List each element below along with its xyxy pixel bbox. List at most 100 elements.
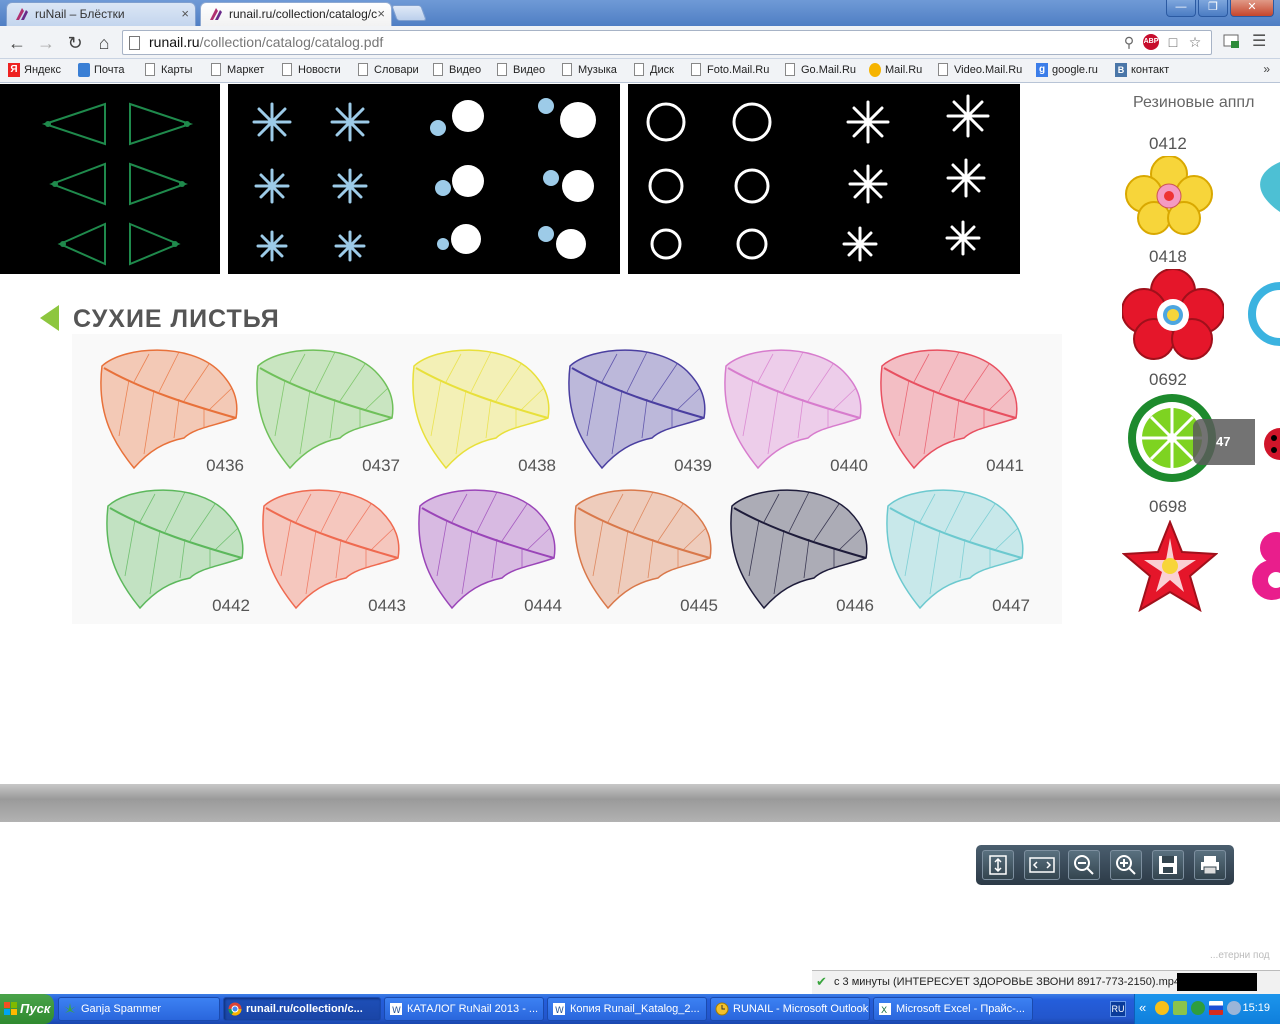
bookmark-label: Video.Mail.Ru bbox=[954, 64, 1023, 76]
show-hidden-icons-button[interactable]: « bbox=[1139, 1000, 1146, 1015]
russian-flag-icon[interactable] bbox=[1209, 1001, 1223, 1015]
new-tab-button[interactable] bbox=[391, 5, 427, 21]
dried-leaves-grid: 0436 0437 0438 0439 0440 0441 0442 0443 0444 0445… bbox=[72, 334, 1062, 624]
cannabis-leaf-icon bbox=[64, 1003, 76, 1013]
fit-page-icon bbox=[989, 855, 1007, 875]
task-outlook[interactable]: RUNAIL - Microsoft Outlook bbox=[710, 997, 870, 1021]
page-number-badge: 47 bbox=[1193, 419, 1255, 465]
task-word-copy[interactable]: W Копия Runail_Katalog_2... bbox=[547, 997, 707, 1021]
address-bar[interactable]: runail.ru/collection/catalog/catalog.pdf… bbox=[122, 30, 1212, 55]
partial-applique-icon bbox=[1248, 282, 1280, 346]
tab-runail-blestki[interactable]: ruNail – Блёстки × bbox=[6, 2, 196, 26]
bookmark-disk[interactable]: Диск bbox=[632, 63, 674, 77]
adblock-plus-icon[interactable]: ABP bbox=[1143, 34, 1159, 50]
fit-width-button[interactable] bbox=[1024, 850, 1060, 880]
fit-page-button[interactable] bbox=[982, 850, 1014, 880]
print-button[interactable] bbox=[1194, 850, 1226, 880]
product-code: 0442 bbox=[212, 596, 250, 615]
tray-info-icon[interactable] bbox=[1191, 1001, 1205, 1015]
wrench-menu-icon[interactable]: ☰ bbox=[1252, 31, 1266, 51]
leaf-item: 0447 bbox=[880, 486, 1030, 616]
product-code: 0438 bbox=[518, 456, 556, 475]
page-action-icon[interactable]: □ bbox=[1165, 34, 1181, 50]
bookmark-muzyka[interactable]: Музыка bbox=[560, 63, 617, 77]
tray-app-icon[interactable] bbox=[1173, 1001, 1187, 1015]
snowflake-icon bbox=[252, 98, 596, 262]
bookmark-go-mail-ru[interactable]: Go.Mail.Ru bbox=[783, 63, 856, 77]
task-chrome[interactable]: runail.ru/collection/c... bbox=[223, 997, 381, 1021]
leaf-item: 0442 bbox=[100, 486, 250, 616]
bookmark-pochta[interactable]: Почта bbox=[76, 63, 125, 77]
svg-text:X: X bbox=[881, 1006, 887, 1016]
save-button[interactable] bbox=[1152, 850, 1184, 880]
minimize-button[interactable]: — bbox=[1166, 0, 1196, 17]
task-label: RUNAIL - Microsoft Outlook bbox=[733, 1003, 869, 1015]
leaf-item: 0441 bbox=[874, 346, 1024, 476]
white-snowflake-stickers-image bbox=[628, 84, 1020, 274]
search-icon[interactable]: ⚲ bbox=[1121, 34, 1137, 50]
bookmark-slovari[interactable]: Словари bbox=[356, 63, 419, 77]
window-controls: — ❐ ✕ bbox=[1166, 0, 1274, 17]
task-ganja-spammer[interactable]: Ganja Spammer bbox=[58, 997, 220, 1021]
tray-clock-app-icon[interactable] bbox=[1155, 1001, 1169, 1015]
extension-icon[interactable] bbox=[1222, 32, 1240, 50]
column-heading: Резиновые аппл bbox=[1133, 94, 1255, 111]
product-code: 0444 bbox=[524, 596, 562, 615]
reload-button[interactable]: ↻ bbox=[64, 32, 86, 54]
forward-button[interactable]: → bbox=[35, 32, 57, 54]
product-code: 0418 bbox=[1149, 247, 1187, 266]
zoom-in-icon bbox=[1116, 855, 1136, 875]
tab-title: runail.ru/collection/catalog/c bbox=[229, 7, 378, 21]
task-label: Ganja Spammer bbox=[81, 1003, 162, 1015]
task-excel[interactable]: X Microsoft Excel - Прайс-... bbox=[873, 997, 1033, 1021]
product-code: 0436 bbox=[206, 456, 244, 475]
home-button[interactable]: ⌂ bbox=[93, 32, 115, 54]
tab-close-icon[interactable]: × bbox=[181, 3, 189, 25]
task-word-catalog[interactable]: W КАТАЛОГ RuNail 2013 - ... bbox=[384, 997, 544, 1021]
restore-button[interactable]: ❐ bbox=[1198, 0, 1228, 17]
tab-close-icon[interactable]: × bbox=[377, 3, 385, 25]
close-window-button[interactable]: ✕ bbox=[1230, 0, 1274, 17]
bookmark-video-1[interactable]: Видео bbox=[431, 63, 481, 77]
tray-network-icon[interactable] bbox=[1227, 1001, 1241, 1015]
printer-icon bbox=[1201, 856, 1219, 875]
bookmark-foto-mail-ru[interactable]: Foto.Mail.Ru bbox=[689, 63, 769, 77]
bookmark-video-2[interactable]: Видео bbox=[495, 63, 545, 77]
task-label: runail.ru/collection/c... bbox=[246, 1003, 363, 1015]
product-code: 0440 bbox=[830, 456, 868, 475]
zoom-in-button[interactable] bbox=[1110, 850, 1142, 880]
taskbar: Пуск Ganja Spammer runail.ru/collection/… bbox=[0, 994, 1280, 1024]
back-button[interactable]: ← bbox=[6, 32, 28, 54]
bookmarks-overflow-button[interactable]: » bbox=[1263, 62, 1270, 76]
page-icon bbox=[145, 63, 155, 76]
zoom-out-button[interactable] bbox=[1068, 850, 1100, 880]
browser-toolbar: ← → ↻ ⌂ runail.ru/collection/catalog/cat… bbox=[0, 26, 1280, 59]
page-icon bbox=[282, 63, 292, 76]
url-text[interactable]: runail.ru/collection/catalog/catalog.pdf bbox=[149, 34, 383, 50]
bookmark-yandex[interactable]: Я Яндекс bbox=[6, 63, 61, 77]
bookmark-market[interactable]: Маркет bbox=[209, 63, 264, 77]
bookmark-star-icon[interactable]: ☆ bbox=[1187, 34, 1203, 50]
start-button[interactable]: Пуск bbox=[0, 994, 54, 1024]
chrome-icon bbox=[228, 1002, 242, 1016]
leaf-icon bbox=[418, 489, 556, 610]
bookmark-vkontakte[interactable]: Вконтакт bbox=[1113, 63, 1169, 77]
leaf-item: 0436 bbox=[94, 346, 244, 476]
url-host: runail.ru bbox=[149, 34, 200, 50]
language-indicator[interactable]: RU bbox=[1110, 1001, 1126, 1017]
pdf-viewport[interactable]: СУХИЕ ЛИСТЬЯ 0436 0437 0438 0439 0440 0441 044… bbox=[0, 84, 1280, 976]
tab-catalog-pdf[interactable]: runail.ru/collection/catalog/c × bbox=[200, 2, 392, 26]
clock: 15:19 bbox=[1242, 1002, 1270, 1014]
product-code: 0692 bbox=[1149, 370, 1187, 389]
runail-favicon-icon bbox=[210, 8, 222, 20]
download-notification[interactable]: ✔ с 3 минуты (ИНТЕРЕСУЕТ ЗДОРОВЬЕ ЗВОНИ … bbox=[812, 970, 1280, 994]
fit-width-icon bbox=[1029, 857, 1055, 873]
bookmark-mail-ru[interactable]: Mail.Ru bbox=[867, 63, 922, 77]
bookmark-novosti[interactable]: Новости bbox=[280, 63, 341, 77]
leaf-item: 0443 bbox=[256, 486, 406, 616]
bookmark-karty[interactable]: Карты bbox=[143, 63, 192, 77]
bookmark-google[interactable]: g google.ru bbox=[1034, 63, 1098, 77]
bookmark-video-mail-ru[interactable]: Video.Mail.Ru bbox=[936, 63, 1022, 77]
bookmark-label: Карты bbox=[161, 64, 193, 76]
bookmarks-bar: Я Яндекс Почта Карты Маркет Новости Слова… bbox=[0, 59, 1280, 83]
